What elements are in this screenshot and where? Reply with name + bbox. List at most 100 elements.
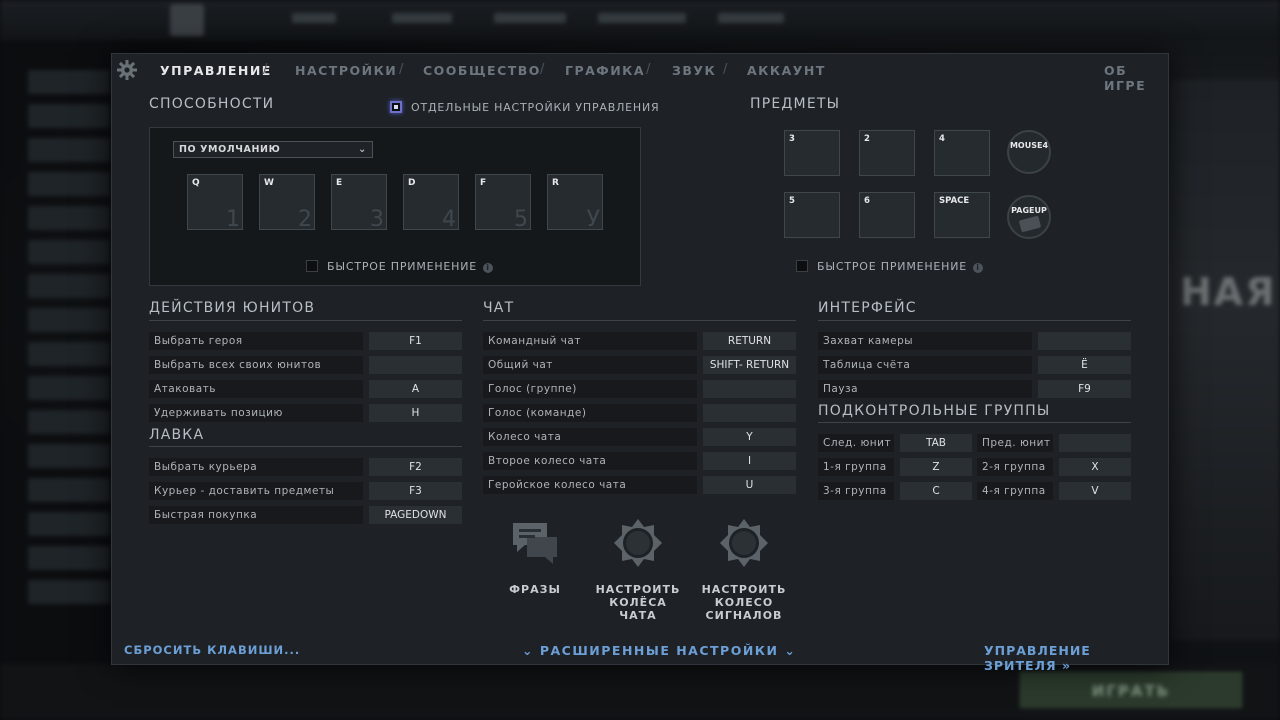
hotkey-field[interactable]: Y (703, 428, 796, 446)
advanced-settings-toggle[interactable]: ⌄ РАСШИРЕННЫЕ НАСТРОЙКИ ⌄ (522, 643, 796, 658)
tab-options[interactable]: НАСТРОЙКИ (295, 63, 397, 78)
hotkey-field[interactable]: Ё (1038, 356, 1131, 374)
checkbox-label: БЫСТРОЕ ПРИМЕНЕНИЕ (817, 260, 968, 273)
item-slot-6[interactable]: SPACE (934, 192, 990, 238)
info-icon[interactable]: i (973, 263, 984, 273)
hotkey-field[interactable]: SHIFT- RETURN (703, 356, 796, 374)
hotkey-field[interactable]: PAGEDOWN (369, 506, 462, 524)
item-slot-4[interactable]: 5 (784, 192, 840, 238)
checkbox-label: ОТДЕЛЬНЫЕ НАСТРОЙКИ УПРАВЛЕНИЯ (411, 101, 660, 114)
row-label: Выбрать всех своих юнитов (149, 356, 363, 374)
ability-slot-5[interactable]: F5 (475, 174, 531, 232)
button-label: НАСТРОИТЬ (701, 583, 787, 596)
hotkey-field[interactable]: U (703, 476, 796, 494)
configure-ping-wheel-button[interactable]: НАСТРОИТЬ КОЛЕСО СИГНАЛОВ (696, 517, 792, 622)
hotkey-field[interactable]: F3 (369, 482, 462, 500)
wheel-icon (718, 517, 770, 569)
hotkey-field[interactable]: H (369, 404, 462, 422)
phrases-button[interactable]: ФРАЗЫ (498, 517, 572, 596)
ability-slot-3[interactable]: E3 (331, 174, 387, 232)
tab-separator: / (263, 62, 268, 77)
control-group-row: 1-я группа Z 2-я группа X (818, 458, 1131, 476)
control-groups-title: ПОДКОНТРОЛЬНЫЕ ГРУППЫ (818, 403, 1051, 419)
items-quickcast-toggle[interactable]: БЫСТРОЕ ПРИМЕНЕНИЕ i (796, 260, 984, 273)
button-label: ФРАЗЫ (509, 583, 561, 596)
row-label: Быстрая покупка (149, 506, 363, 524)
tab-social[interactable]: СООБЩЕСТВО (423, 63, 541, 78)
control-group-row: След. юнит TAB Пред. юнит (818, 434, 1131, 452)
item-slot-3[interactable]: 4 (934, 130, 990, 176)
settings-tabs: УПРАВЛЕНИЕ / НАСТРОЙКИ / СООБЩЕСТВО / ГР… (112, 54, 1168, 93)
button-label: КОЛЁСА ЧАТА (609, 596, 667, 622)
tab-audio[interactable]: ЗВУК (672, 63, 716, 78)
hotkey-field[interactable] (1059, 434, 1131, 452)
top-nav-item (494, 13, 566, 23)
reset-hotkeys-link[interactable]: СБРОСИТЬ КЛАВИШИ... (124, 643, 300, 657)
tab-separator: / (723, 62, 728, 77)
button-label: НАСТРОИТЬ (595, 583, 681, 596)
tab-account[interactable]: АККАУНТ (747, 63, 826, 78)
play-label: ИГРАТЬ (1091, 682, 1171, 700)
abilities-quickcast-toggle[interactable]: БЫСТРОЕ ПРИМЕНЕНИЕ i (306, 260, 494, 273)
tab-controls[interactable]: УПРАВЛЕНИЕ (160, 63, 272, 78)
ability-slot-4[interactable]: D4 (403, 174, 459, 232)
shop-title: ЛАВКА (149, 427, 205, 443)
hotkey-field[interactable]: V (1059, 482, 1131, 500)
row-label: Таблица счёта (818, 356, 1032, 374)
item-slot-1[interactable]: 3 (784, 130, 840, 176)
checkbox-checked[interactable] (390, 101, 402, 113)
info-icon[interactable]: i (483, 263, 494, 273)
chat-bubbles-icon (509, 517, 561, 569)
right-news-panel (1170, 80, 1280, 640)
hotkey-field[interactable] (369, 356, 462, 374)
hotkey-field[interactable] (703, 380, 796, 398)
slot-number: 2 (298, 207, 312, 232)
hotkey-field[interactable]: C (900, 482, 972, 500)
hotkey-field[interactable]: TAB (900, 434, 972, 452)
chevron-down-icon: ⌄ (522, 643, 534, 658)
slot-number: 3 (370, 207, 384, 232)
teleport-slot[interactable]: PAGEUP (1007, 195, 1051, 239)
top-nav-item (292, 13, 336, 23)
chevron-down-icon: ⌄ (784, 643, 797, 658)
ability-slot-2[interactable]: W2 (259, 174, 315, 232)
abilities-title: СПОСОБНОСТИ (149, 96, 275, 112)
play-button[interactable]: ИГРАТЬ (1020, 672, 1242, 708)
separate-settings-toggle[interactable]: ОТДЕЛЬНЫЕ НАСТРОЙКИ УПРАВЛЕНИЯ (390, 101, 659, 114)
checkbox[interactable] (306, 260, 318, 272)
configure-chat-wheels-button[interactable]: НАСТРОИТЬ КОЛЁСА ЧАТА (590, 517, 686, 622)
wheel-icon (612, 517, 664, 569)
neutral-item-slot[interactable]: MOUSE4 (1007, 130, 1051, 174)
hotkey-field[interactable] (1038, 332, 1131, 350)
divider (149, 320, 462, 321)
hotkey-field[interactable]: I (703, 452, 796, 470)
hotkey-field[interactable]: F9 (1038, 380, 1131, 398)
row-label: Захват камеры (818, 332, 1032, 350)
hotkey-field[interactable] (703, 404, 796, 422)
row-label: Голос (команде) (483, 404, 697, 422)
ability-slot-ultimate[interactable]: RУ (547, 174, 603, 232)
hotkey-field[interactable]: X (1059, 458, 1131, 476)
checkbox[interactable] (796, 260, 808, 272)
hotkey-field[interactable]: F1 (369, 332, 462, 350)
tab-about[interactable]: ОБ ИГРЕ (1104, 63, 1168, 93)
hotkey-field[interactable]: RETURN (703, 332, 796, 350)
ability-profile-dropdown[interactable]: ПО УМОЛЧАНИЮ ⌄ (173, 141, 373, 158)
spectator-controls-link[interactable]: УПРАВЛЕНИЕ ЗРИТЕЛЯ » (984, 643, 1168, 673)
hotkey-field[interactable]: Z (900, 458, 972, 476)
hotkey-field[interactable]: A (369, 380, 462, 398)
item-slot-5[interactable]: 6 (859, 192, 915, 238)
hotkey-label: SPACE (939, 196, 970, 206)
row-label: Общий чат (483, 356, 697, 374)
hotkey-label: 6 (864, 196, 870, 206)
spectator-controls-label: УПРАВЛЕНИЕ ЗРИТЕЛЯ (984, 643, 1091, 673)
hotkey-label: W (264, 178, 274, 188)
friends-list (28, 70, 110, 690)
hotkey-field[interactable]: F2 (369, 458, 462, 476)
tab-separator: / (399, 62, 404, 77)
hotkey-label: 4 (939, 134, 945, 144)
tab-video[interactable]: ГРАФИКА (565, 63, 645, 78)
background-text: НАЯ (1180, 270, 1277, 314)
ability-slot-1[interactable]: Q1 (187, 174, 243, 232)
item-slot-2[interactable]: 2 (859, 130, 915, 176)
